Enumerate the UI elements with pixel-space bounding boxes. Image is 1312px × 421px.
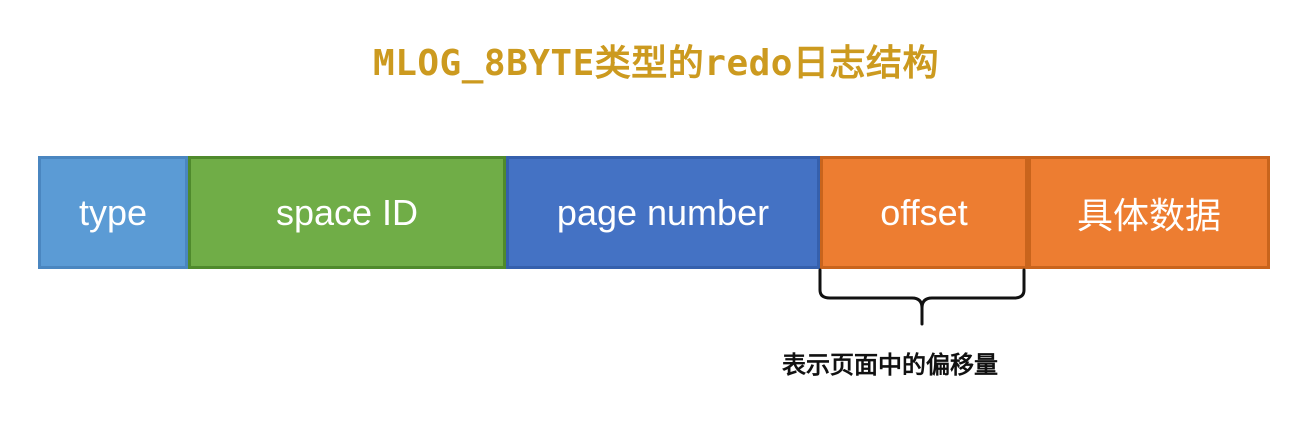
diagram-title: MLOG_8BYTE类型的redo日志结构 bbox=[373, 43, 939, 84]
field-type: type bbox=[38, 156, 188, 269]
field-space-id: space ID bbox=[188, 156, 506, 269]
field-offset: offset bbox=[820, 156, 1028, 269]
offset-annotation: 表示页面中的偏移量 bbox=[782, 350, 998, 379]
redo-log-structure: type space ID page number offset 具体数据 bbox=[38, 156, 1270, 269]
offset-brace bbox=[818, 268, 1026, 326]
field-page-number: page number bbox=[506, 156, 820, 269]
field-data: 具体数据 bbox=[1028, 156, 1270, 269]
